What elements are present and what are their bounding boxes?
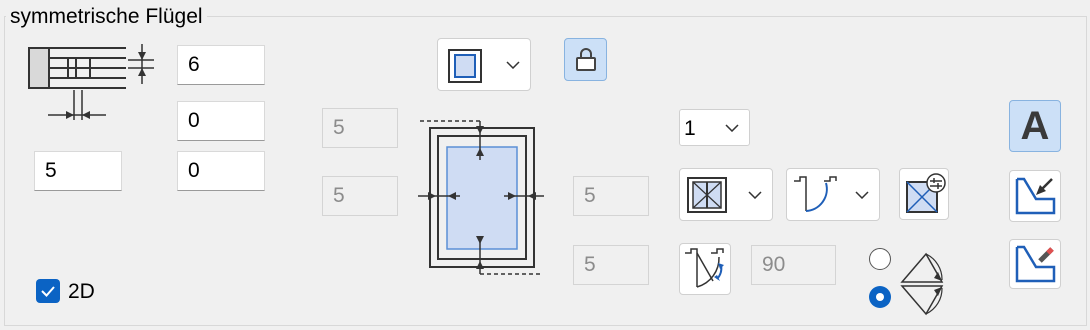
- edit-profile-button[interactable]: [1009, 239, 1061, 289]
- chevron-down-icon: [725, 123, 739, 132]
- count-dropdown[interactable]: 1: [679, 109, 750, 146]
- radio-opening-lower[interactable]: [869, 286, 891, 308]
- pick-profile-button[interactable]: [1009, 170, 1061, 222]
- pencil-edit-icon: [1015, 245, 1056, 283]
- text-label-button[interactable]: A: [1009, 100, 1061, 152]
- frame-left-field[interactable]: [322, 176, 398, 216]
- swing-angle-icon: [685, 248, 724, 288]
- chevron-down-icon: [748, 190, 762, 199]
- sash-frame-icon: [448, 49, 482, 83]
- text-label-button-glyph: A: [1020, 104, 1050, 148]
- glazing-settings-button[interactable]: [899, 168, 949, 220]
- profile-width-diagram-icon: [28, 42, 163, 122]
- chevron-down-icon: [506, 60, 520, 69]
- window-cross-icon: [687, 177, 727, 213]
- profile-left-field[interactable]: [34, 151, 122, 191]
- lock-button[interactable]: [564, 38, 607, 81]
- window-settings-icon: [906, 173, 946, 213]
- count-dropdown-value: 1: [684, 117, 696, 140]
- profile-right-field[interactable]: [177, 151, 265, 191]
- frame-top-field[interactable]: [322, 108, 398, 148]
- chevron-down-icon: [855, 190, 869, 199]
- frame-bottom-field[interactable]: [573, 245, 649, 285]
- opening-type-dropdown[interactable]: [786, 168, 880, 221]
- profile-offset-field[interactable]: [177, 101, 265, 141]
- checkbox-2d[interactable]: [36, 279, 60, 303]
- frame-right-field[interactable]: [573, 176, 649, 216]
- glazing-bar-dropdown[interactable]: [679, 168, 773, 221]
- window-frame-diagram-icon: [416, 116, 546, 278]
- radio-opening-upper[interactable]: [869, 248, 891, 270]
- checkbox-2d-label: 2D: [68, 280, 95, 303]
- group-title: symmetrische Flügel: [6, 4, 207, 30]
- profile-width-field[interactable]: [177, 45, 265, 85]
- swing-arc-icon: [794, 176, 837, 212]
- checkmark-icon: [41, 286, 55, 297]
- opening-direction-icon: [900, 252, 944, 316]
- swing-angle-field[interactable]: [751, 245, 836, 285]
- lock-icon: [576, 48, 596, 71]
- sash-style-dropdown[interactable]: [437, 38, 531, 91]
- pick-arrow-icon: [1015, 177, 1056, 215]
- swing-angle-button[interactable]: [679, 243, 731, 295]
